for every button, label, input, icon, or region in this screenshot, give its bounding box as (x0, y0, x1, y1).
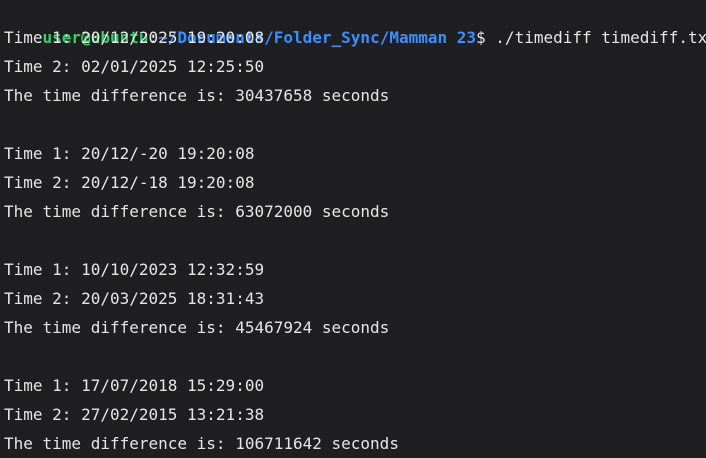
output-line-time1: Time 1: 20/12/-20 19:20:08 (4, 144, 255, 163)
output-line-time1: Time 1: 10/10/2023 12:32:59 (4, 260, 265, 279)
command-line: user@ubuntu:~/Documents/Folder_Sync/Mamm… (4, 0, 706, 47)
output-line-time2: Time 2: 27/02/2015 13:21:38 (4, 405, 265, 424)
output-line-diff: The time difference is: 63072000 seconds (4, 202, 390, 221)
output-line-diff: The time difference is: 45467924 seconds (4, 318, 390, 337)
output-line-time1: Time 1: 20/12/2025 19:20:08 (4, 28, 265, 47)
output-line-time1: Time 1: 17/07/2018 15:29:00 (4, 376, 265, 395)
output-line-time2: Time 2: 02/01/2025 12:25:50 (4, 57, 265, 76)
output-line-time2: Time 2: 20/03/2025 18:31:43 (4, 289, 265, 308)
output-line-diff: The time difference is: 106711642 second… (4, 434, 399, 453)
prompt-dollar: $ (476, 28, 496, 47)
command-text: ./timediff timediff.txt (495, 28, 706, 47)
output-line-time2: Time 2: 20/12/-18 19:20:08 (4, 173, 255, 192)
terminal-window[interactable]: user@ubuntu:~/Documents/Folder_Sync/Mamm… (0, 0, 706, 457)
output-line-diff: The time difference is: 30437658 seconds (4, 86, 390, 105)
